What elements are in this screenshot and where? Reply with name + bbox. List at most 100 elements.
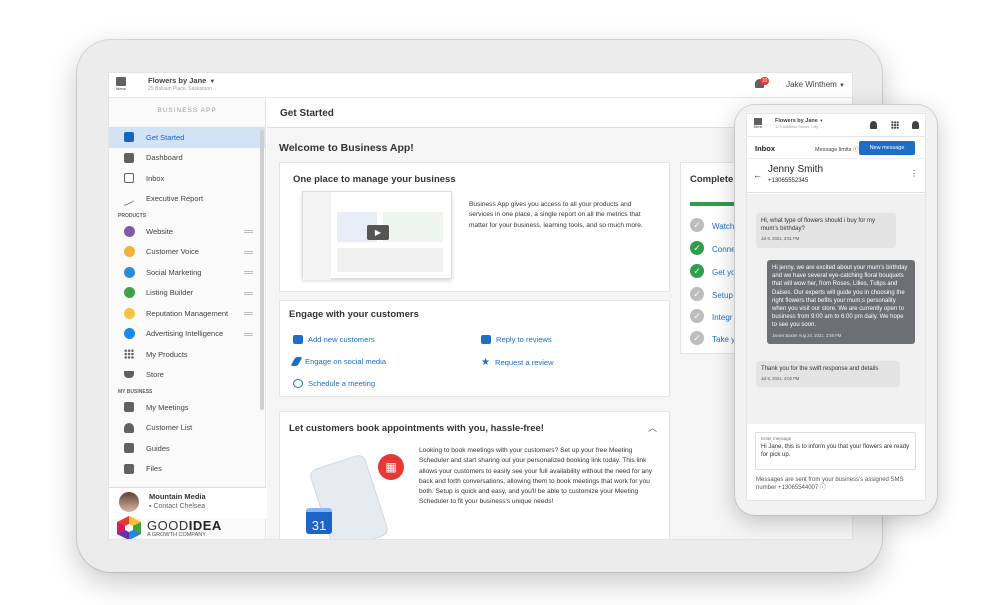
sidebar-item-listing-builder[interactable]: Listing Builder bbox=[109, 283, 265, 304]
contact-link[interactable]: ▪ Contact Chelsea bbox=[149, 503, 205, 510]
link-label: Reply to reviews bbox=[496, 335, 552, 344]
calendar-day: 31 bbox=[306, 508, 332, 534]
sidebar-item-store[interactable]: Store bbox=[109, 365, 265, 386]
sidebar-item-social-marketing[interactable]: Social Marketing bbox=[109, 262, 265, 283]
logo-word-good: GOOD bbox=[147, 517, 189, 533]
grid-icon bbox=[124, 349, 134, 360]
checklist-item[interactable]: Take y bbox=[712, 335, 735, 344]
phone-business-selector[interactable]: Flowers by Jane ▼ 123 Address Street, Ci… bbox=[775, 118, 823, 129]
inbox-icon bbox=[124, 173, 134, 184]
sidebar-item-dashboard[interactable]: Dashboard bbox=[109, 148, 265, 169]
sidebar-item-label: Inbox bbox=[146, 173, 165, 183]
checklist-item[interactable]: Integr bbox=[712, 313, 732, 322]
sidebar-item-label: Dashboard bbox=[146, 153, 183, 163]
play-button[interactable]: ▶ bbox=[367, 225, 389, 240]
calendar-badge-icon: ▦ bbox=[378, 454, 404, 480]
sidebar-item-reputation-management[interactable]: Reputation Management bbox=[109, 303, 265, 324]
sidebar-item-executive-report[interactable]: Executive Report bbox=[109, 189, 265, 210]
sidebar-scrollbar[interactable] bbox=[260, 130, 264, 410]
checklist-item[interactable]: Conne bbox=[712, 245, 736, 254]
composer-text[interactable]: Hi Jane, this is to inform you that your… bbox=[761, 443, 911, 459]
more-vert-icon[interactable]: ⋮ bbox=[910, 169, 918, 178]
sidebar-item-customer-list[interactable]: Customer List bbox=[109, 418, 265, 439]
info-icon: ⓘ bbox=[852, 147, 859, 153]
checklist-item[interactable]: Watch bbox=[712, 222, 734, 231]
manage-title: One place to manage your business bbox=[293, 174, 456, 185]
sidebar-item-label: Advertising Intelligence bbox=[146, 329, 224, 339]
star-icon: ★ bbox=[481, 357, 490, 368]
guides-icon bbox=[124, 443, 134, 454]
caret-down-icon: ▼ bbox=[209, 79, 216, 85]
sidebar-item-my-meetings[interactable]: My Meetings bbox=[109, 397, 265, 418]
drag-handle-icon[interactable] bbox=[244, 291, 253, 295]
sidebar-item-customer-voice[interactable]: Customer Voice bbox=[109, 242, 265, 263]
link-label: Add new customers bbox=[308, 335, 375, 344]
menu-button[interactable]: Menu bbox=[113, 76, 129, 95]
sidebar-item-guides[interactable]: Guides bbox=[109, 438, 265, 459]
reply-icon bbox=[481, 335, 491, 344]
footer-text: Messages are sent from your business's a… bbox=[756, 477, 904, 491]
sidebar-item-website[interactable]: Website bbox=[109, 221, 265, 242]
check-icon: ✓ bbox=[690, 264, 704, 278]
trend-icon bbox=[124, 191, 134, 207]
menu-label: Menu bbox=[115, 86, 126, 91]
products-heading: PRODUCTS bbox=[118, 213, 147, 219]
sidebar-item-get-started[interactable]: Get Started bbox=[109, 127, 265, 148]
sidebar-item-advertising-intelligence[interactable]: Advertising Intelligence bbox=[109, 324, 265, 345]
sidebar-item-files[interactable]: Files bbox=[109, 459, 265, 480]
chat-icon: ▪ bbox=[149, 503, 152, 510]
user-menu[interactable]: Jake Winthem ▼ bbox=[786, 80, 845, 89]
sidebar-item-inbox[interactable]: Inbox bbox=[109, 168, 265, 189]
drag-handle-icon[interactable] bbox=[244, 230, 253, 233]
add-new-customers-link[interactable]: Add new customers bbox=[293, 335, 375, 344]
engage-social-link[interactable]: Engage on social media bbox=[290, 357, 386, 366]
check-icon: ✓ bbox=[690, 287, 704, 301]
check-icon: ✓ bbox=[690, 331, 704, 345]
phone-menu-button[interactable]: Menu bbox=[752, 118, 764, 129]
message-text: Hi, what type of flowers should i buy fo… bbox=[761, 218, 876, 233]
drag-handle-icon[interactable] bbox=[244, 271, 253, 274]
link-label: Request a review bbox=[494, 358, 554, 367]
drag-handle-icon[interactable] bbox=[244, 312, 253, 315]
checklist-item[interactable]: Get yo bbox=[712, 268, 736, 277]
store-icon bbox=[116, 77, 126, 86]
account-icon[interactable] bbox=[912, 121, 919, 129]
apps-grid-icon[interactable] bbox=[891, 121, 899, 129]
message-text: Hi jenny, we are excited about your mum'… bbox=[772, 265, 908, 329]
back-arrow-icon[interactable]: ← bbox=[753, 170, 762, 180]
new-message-button[interactable]: New message bbox=[859, 141, 915, 155]
calendar-icon bbox=[124, 402, 134, 413]
collapse-chevron-icon[interactable]: ︿ bbox=[648, 421, 657, 434]
schedule-meeting-link[interactable]: Schedule a meeting bbox=[293, 379, 375, 388]
notifications-button[interactable]: 10 bbox=[754, 77, 769, 90]
sidebar-item-label: Get Started bbox=[146, 132, 185, 142]
check-icon: ✓ bbox=[690, 218, 704, 232]
sidebar-item-label: My Meetings bbox=[146, 402, 189, 412]
sidebar-item-label: Executive Report bbox=[146, 194, 204, 204]
caret-down-icon: ▼ bbox=[819, 118, 824, 123]
customer-voice-icon bbox=[124, 246, 135, 258]
message-timestamp: Jul 6, 2021, 3:51 PM bbox=[761, 236, 800, 242]
info-icon: ⓘ bbox=[819, 485, 826, 491]
link-label: Schedule a meeting bbox=[308, 379, 376, 388]
appointments-card: Let customers book appointments with you… bbox=[279, 411, 670, 539]
reply-to-reviews-link[interactable]: Reply to reviews bbox=[481, 335, 552, 344]
bell-icon[interactable] bbox=[870, 121, 877, 129]
message-composer[interactable]: Enter message Hi Jane, this is to inform… bbox=[755, 432, 916, 470]
request-review-link[interactable]: ★ Request a review bbox=[481, 357, 554, 368]
sms-footer-note: Messages are sent from your business's a… bbox=[756, 476, 921, 492]
composer-label: Enter message bbox=[761, 436, 792, 441]
drag-handle-icon[interactable] bbox=[244, 250, 253, 254]
sidebar-item-my-products[interactable]: My Products bbox=[109, 344, 265, 365]
drag-handle-icon[interactable] bbox=[244, 332, 253, 336]
avatar bbox=[119, 492, 139, 512]
checklist-item[interactable]: Setup bbox=[712, 291, 733, 300]
check-icon: ✓ bbox=[690, 309, 704, 323]
listing-builder-icon bbox=[124, 287, 135, 299]
checklist-title: Complete bbox=[690, 174, 734, 185]
manage-description: Business App gives you access to all you… bbox=[469, 201, 643, 229]
sidebar-item-label: Files bbox=[146, 464, 162, 474]
conversation-thread: Hi, what type of flowers should i buy fo… bbox=[747, 194, 925, 424]
message-limits[interactable]: Message limits ⓘ bbox=[815, 145, 858, 153]
business-selector[interactable]: Flowers by Jane ▼ 25 Balsam Place, Saskat… bbox=[148, 76, 215, 92]
